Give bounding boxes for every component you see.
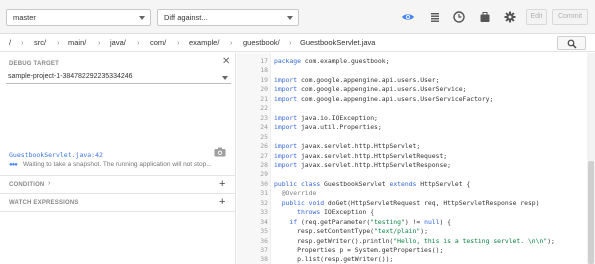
snapshot-status: Waiting to take a snapshot. The running … — [23, 161, 212, 168]
breadcrumb-separator: › — [57, 38, 60, 47]
breadcrumb-item[interactable]: com/ — [150, 38, 166, 47]
divider — [0, 175, 236, 176]
breadcrumb-separator: › — [289, 38, 292, 47]
code-editor[interactable]: 17 package com.example.guestbook; 18 19 impo… — [237, 53, 595, 264]
chevron-right-icon[interactable]: › — [48, 180, 50, 187]
diff-select[interactable]: Diff against... — [157, 9, 299, 26]
breadcrumb-separator: › — [177, 38, 180, 47]
divider — [0, 211, 236, 212]
breadcrumb-current-file: GuestbookServlet.java — [300, 38, 376, 47]
chevron-down-icon — [222, 76, 228, 80]
watch-expressions-label[interactable]: WATCH EXPRESSIONS — [9, 200, 79, 206]
debug-target-select[interactable]: sample-project-1-384782292235334246 — [6, 71, 231, 84]
edit-button[interactable]: Edit — [526, 9, 547, 25]
search-icon — [567, 39, 577, 49]
camera-icon[interactable] — [214, 147, 226, 157]
chevron-down-icon — [139, 16, 145, 20]
commit-button[interactable]: Commit — [552, 9, 588, 25]
breadcrumb-separator: › — [230, 38, 233, 47]
history-icon[interactable] — [452, 10, 466, 24]
breadcrumb-item[interactable]: / — [9, 38, 11, 47]
code-text: p.list(resp.getWriter()); — [274, 255, 394, 264]
view-icon[interactable] — [401, 10, 415, 24]
toolbar: master Diff against... Edit Commit — [0, 0, 595, 34]
breadcrumb-item[interactable]: java/ — [110, 38, 126, 47]
gear-icon[interactable] — [503, 10, 517, 24]
debug-target-label: DEBUG TARGET — [9, 61, 59, 67]
list-icon[interactable] — [428, 10, 442, 24]
vertical-scrollbar[interactable] — [587, 53, 595, 264]
loading-dots-icon: ●●● — [9, 162, 18, 168]
add-condition-icon[interactable]: + — [219, 179, 225, 190]
add-watch-expression-icon[interactable]: + — [219, 197, 225, 208]
close-icon[interactable]: ✕ — [222, 57, 230, 67]
breadcrumb-separator: › — [98, 38, 101, 47]
chevron-down-icon — [287, 16, 293, 20]
breadcrumb-item[interactable]: example/ — [189, 38, 219, 47]
debug-target-value: sample-project-1-384782292235334246 — [8, 73, 133, 80]
breadcrumb-separator: › — [137, 38, 140, 47]
branch-value: master — [13, 13, 36, 22]
code-line: 38 p.list(resp.getWriter()); — [237, 254, 595, 264]
snapshot-location-link[interactable]: GuestbookServlet.java:42 — [9, 151, 103, 159]
breadcrumb-item[interactable]: main/ — [68, 38, 86, 47]
diff-placeholder: Diff against... — [164, 13, 208, 22]
breadcrumb-item[interactable]: src/ — [34, 38, 46, 47]
scrollbar-thumb[interactable] — [588, 161, 594, 264]
breadcrumb-separator: › — [21, 38, 24, 47]
branch-select[interactable]: master — [6, 9, 151, 26]
briefcase-icon[interactable] — [478, 10, 492, 24]
search-button[interactable] — [557, 36, 586, 50]
breadcrumb-item[interactable]: guestbook/ — [243, 38, 280, 47]
divider — [0, 193, 236, 194]
debug-panel: DEBUG TARGET ✕ sample-project-1-38478229… — [0, 53, 236, 264]
condition-label[interactable]: CONDITION — [9, 182, 44, 188]
line-number[interactable]: 38 — [237, 254, 268, 264]
breadcrumb: / › src/ › main/ › java/ › com/ › exampl… — [0, 34, 595, 52]
